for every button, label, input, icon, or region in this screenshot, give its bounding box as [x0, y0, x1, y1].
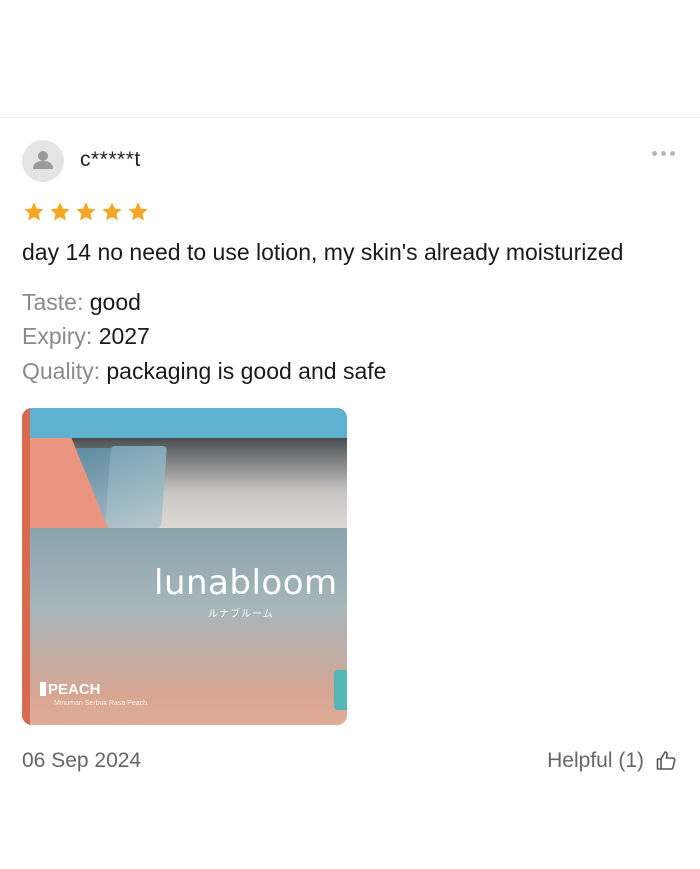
box-lid: [22, 408, 347, 438]
attribute-value: good: [89, 289, 141, 315]
helpful-button[interactable]: Helpful (1): [547, 749, 678, 773]
star-icon: [50, 202, 70, 221]
review-date: 06 Sep 2024: [22, 749, 142, 772]
divider: [0, 117, 700, 118]
review-page: c*****t day 14 no need to use lotion, my…: [0, 0, 700, 869]
star-icon: [24, 202, 44, 221]
reviewer-name: c*****t: [80, 148, 141, 171]
star-rating: [22, 200, 150, 226]
product-flavor-subtitle: Minuman Serbuk Rasa Peach: [54, 700, 147, 707]
attribute-label: Quality:: [22, 358, 100, 384]
review-text: day 14 no need to use lotion, my skin's …: [22, 239, 624, 265]
box-tab: [334, 670, 347, 710]
product-flavor: PEACH: [48, 681, 101, 698]
product-brand-jp: ルナブルーム: [208, 609, 274, 620]
avatar[interactable]: [22, 140, 64, 182]
helpful-label: Helpful (1): [547, 749, 644, 772]
star-icon: [128, 202, 148, 221]
user-icon: [33, 151, 53, 169]
attribute-taste: Taste: good: [22, 289, 141, 316]
attribute-value: packaging is good and safe: [106, 358, 387, 384]
box-edge: [22, 408, 30, 725]
star-icon: [76, 202, 96, 221]
attribute-expiry: Expiry: 2027: [22, 323, 150, 350]
review-photo[interactable]: lunabloom ルナブルーム PEACH Minuman Serbuk Ra…: [22, 408, 347, 725]
star-icon: [102, 202, 122, 221]
attribute-quality: Quality: packaging is good and safe: [22, 358, 386, 385]
product-brand: lunabloom: [154, 563, 338, 603]
attribute-label: Expiry:: [22, 323, 93, 349]
sachet: [105, 446, 167, 528]
attribute-value: 2027: [98, 323, 150, 349]
more-horizontal-icon[interactable]: [646, 145, 680, 161]
flavor-mark: [40, 682, 46, 696]
thumbs-up-icon: [656, 751, 676, 770]
attribute-label: Taste:: [22, 289, 84, 315]
